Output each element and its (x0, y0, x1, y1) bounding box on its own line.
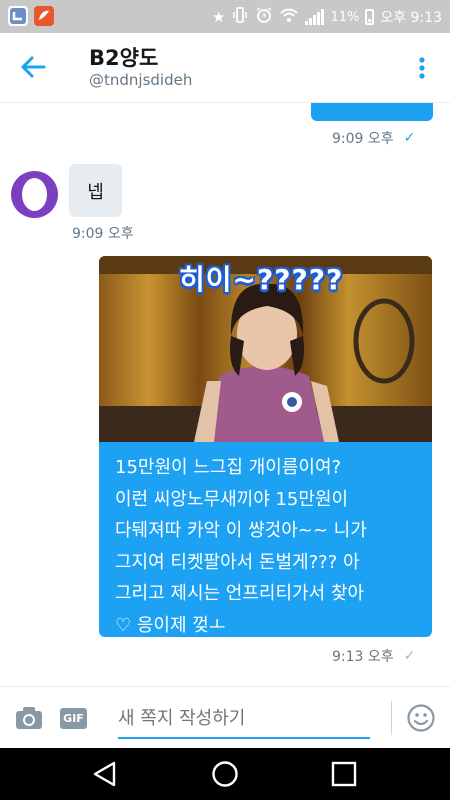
sent-check-icon: ✓ (403, 130, 416, 146)
message-composer: GIF (0, 686, 450, 749)
message-time: 9:13 오후 (332, 649, 394, 665)
conversation-handle: @tndnjsdideh (89, 71, 193, 89)
alarm-icon (255, 6, 273, 28)
notification-app-icon (8, 6, 28, 26)
battery-percent: 11% (330, 9, 360, 25)
back-arrow-icon (21, 56, 46, 78)
message-text: 15만원이 느그집 개이름이여? 이런 씨앙노무새끼야 15만원이 다뒈져따 카… (115, 457, 367, 636)
outgoing-message-partial (311, 103, 433, 121)
battery-icon (365, 9, 375, 25)
message-input[interactable] (118, 701, 370, 735)
signal-icon (305, 9, 325, 25)
emoji-button[interactable] (406, 703, 436, 733)
status-bar: ★ 11% 오후 9:13 (0, 0, 450, 33)
message-text: 넵 (87, 181, 104, 203)
input-underline (118, 737, 370, 739)
notification-app2-icon (34, 6, 54, 26)
outgoing-image-message[interactable]: 히이~????? (99, 256, 432, 442)
gif-label: GIF (63, 712, 84, 725)
back-button[interactable] (14, 50, 54, 84)
nav-home-button[interactable] (210, 760, 240, 788)
sent-check-icon: ✓ (403, 648, 416, 664)
status-time: 오후 9:13 (380, 10, 442, 26)
divider (391, 701, 392, 735)
incoming-message-bubble: 넵 (69, 164, 122, 217)
message-meta: 9:13 오후 ✓ (332, 646, 415, 666)
avatar-egg-icon (22, 178, 47, 211)
nav-back-button[interactable] (90, 760, 120, 788)
conversation-header: B2양도 @tndnjsdideh (0, 33, 450, 103)
message-time: 9:09 오후 (332, 131, 394, 147)
more-vertical-icon (419, 57, 425, 79)
message-meta: 9:09 오후 ✓ (332, 128, 415, 148)
wifi-icon (279, 6, 299, 28)
image-caption: 히이~????? (179, 263, 344, 296)
gif-button[interactable]: GIF (60, 708, 87, 729)
outgoing-message-bubble: 15만원이 느그집 개이름이여? 이런 씨앙노무새끼야 15만원이 다뒈져따 카… (99, 442, 432, 637)
message-list[interactable]: 9:09 오후 ✓ 넵 9:09 오후 히이~????? 15만원이 느그집 개… (0, 103, 450, 686)
nav-home-icon (212, 761, 238, 787)
system-indicators: ★ 11% 오후 9:13 (212, 6, 442, 28)
more-menu-button[interactable] (410, 51, 434, 85)
camera-icon (16, 707, 42, 729)
conversation-title: B2양도 (89, 46, 159, 70)
emoji-icon (407, 704, 435, 732)
system-navigation-bar (0, 748, 450, 800)
camera-button[interactable] (14, 705, 44, 731)
nav-back-icon (93, 761, 116, 787)
message-time: 9:09 오후 (72, 226, 134, 242)
vibrate-icon (231, 6, 249, 28)
avatar[interactable] (11, 171, 58, 218)
nav-recents-icon (331, 761, 357, 787)
nav-recents-button[interactable] (329, 760, 359, 788)
star-icon: ★ (211, 8, 226, 26)
notification-icons (8, 6, 54, 26)
